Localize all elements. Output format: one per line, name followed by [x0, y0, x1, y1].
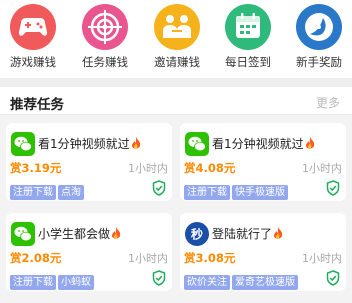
task-card[interactable]: 看1分钟视频就过 赏4.08元 1小时内 注册下载 快手极速版 — [180, 123, 346, 201]
shield-check-icon — [152, 180, 166, 196]
task-list: 看1分钟视频就过 赏3.19元 1小时内 注册下载 点淘 看1分钟视频就过 赏4.… — [0, 116, 352, 303]
task-card[interactable]: 看1分钟视频就过 赏3.19元 1小时内 注册下载 点淘 — [6, 123, 172, 201]
section-header: 推荐任务 更多 — [0, 87, 352, 115]
task-tags: 注册下载 小蚂蚁 — [10, 270, 96, 290]
nav-label: 邀请赚钱 — [154, 55, 200, 69]
fire-icon — [131, 137, 140, 149]
task-time: 1小时内 — [128, 162, 168, 175]
nav-item-checkin[interactable]: 每日签到 — [217, 4, 277, 74]
task-card[interactable]: 秒 登陆就行了 赏3.08元 1小时内 砍价关注 爱奇艺极速版 — [180, 213, 346, 291]
task-price: 赏3.08元 — [184, 251, 236, 265]
task-title: 小学生都会做 — [38, 225, 121, 242]
task-tag: 爱奇艺极速版 — [232, 275, 298, 290]
task-time: 1小时内 — [302, 162, 342, 175]
task-tag: 注册下载 — [10, 275, 56, 290]
task-tags: 砍价关注 爱奇艺极速版 — [184, 270, 300, 290]
calendar-icon — [225, 4, 271, 50]
task-tag: 注册下载 — [10, 185, 56, 200]
nav-label: 新手奖励 — [296, 55, 342, 69]
task-tag: 注册下载 — [184, 185, 230, 200]
divider — [0, 78, 352, 87]
task-tag: 砍价关注 — [184, 275, 230, 290]
task-title: 登陆就行了 — [212, 225, 283, 242]
section-title: 推荐任务 — [10, 97, 64, 113]
nav-label: 任务赚钱 — [82, 55, 128, 69]
shield-check-icon — [326, 270, 340, 286]
compass-icon — [296, 4, 342, 50]
miao-icon-text: 秒 — [191, 227, 203, 242]
task-title: 看1分钟视频就过 — [38, 135, 141, 152]
invite-people-icon — [154, 4, 200, 50]
task-time: 1小时内 — [128, 252, 168, 265]
fire-icon — [305, 137, 314, 149]
task-card[interactable]: 小学生都会做 赏2.08元 1小时内 注册下载 小蚂蚁 — [6, 213, 172, 291]
wechat-icon — [11, 132, 35, 156]
task-title: 看1分钟视频就过 — [212, 135, 315, 152]
task-tag: 小蚂蚁 — [58, 275, 94, 290]
nav-item-newbie-reward[interactable]: 新手奖励 — [288, 4, 348, 74]
task-tags: 注册下载 点淘 — [10, 180, 86, 200]
fire-icon — [274, 227, 283, 239]
task-price: 赏2.08元 — [10, 251, 62, 265]
wechat-icon — [11, 222, 35, 246]
nav-item-game[interactable]: 游戏赚钱 — [2, 4, 62, 74]
fire-icon — [112, 227, 121, 239]
target-icon — [82, 4, 128, 50]
more-link[interactable]: 更多 — [316, 94, 340, 111]
nav-item-invite[interactable]: 邀请赚钱 — [146, 4, 206, 74]
task-tags: 注册下载 快手极速版 — [184, 180, 290, 200]
shield-check-icon — [326, 180, 340, 196]
wechat-icon — [185, 132, 209, 156]
top-nav: 游戏赚钱 任务赚钱 邀请赚钱 每日签到 新手奖励 — [0, 0, 352, 78]
nav-label: 游戏赚钱 — [10, 55, 56, 69]
miao-icon: 秒 — [185, 222, 209, 246]
gamepad-icon — [10, 4, 56, 50]
nav-item-task[interactable]: 任务赚钱 — [74, 4, 134, 74]
task-tag: 点淘 — [58, 185, 84, 200]
shield-check-icon — [152, 270, 166, 286]
task-price: 赏3.19元 — [10, 161, 62, 175]
task-price: 赏4.08元 — [184, 161, 236, 175]
nav-label: 每日签到 — [225, 55, 271, 69]
task-time: 1小时内 — [302, 252, 342, 265]
task-tag: 快手极速版 — [232, 185, 288, 200]
